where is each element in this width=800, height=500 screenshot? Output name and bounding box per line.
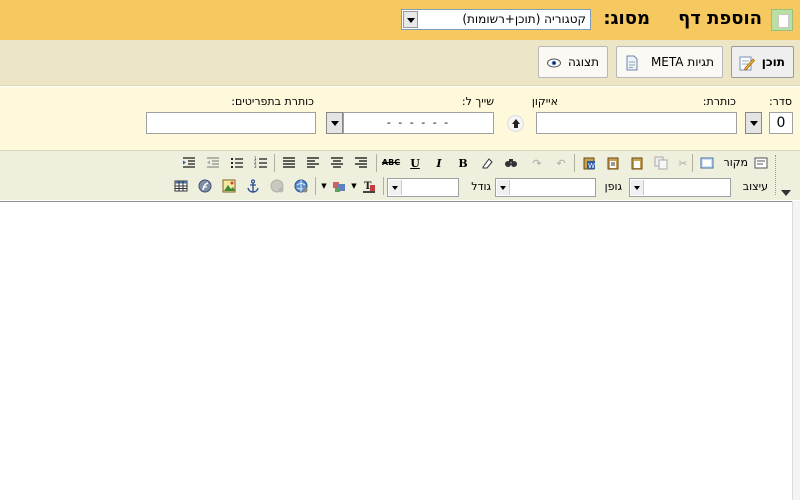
link-icon[interactable] — [292, 177, 310, 195]
menu-title-input[interactable] — [146, 112, 316, 134]
order-label: סדר: — [768, 95, 792, 108]
icon-label: אייקון — [531, 95, 558, 108]
parent-label: שייך ל: — [461, 95, 494, 108]
page-type-select-value: קטגוריה (תוכן+רשומות) — [462, 12, 586, 26]
font-label: גופן — [604, 180, 622, 193]
numbered-list-icon[interactable]: 123 — [252, 154, 270, 172]
page-type-select[interactable]: קטגוריה (תוכן+רשומות) — [401, 9, 591, 30]
upload-icon[interactable] — [507, 115, 524, 132]
indent-icon[interactable] — [180, 154, 198, 172]
underline-icon[interactable]: U — [406, 154, 424, 172]
page-add-icon — [771, 9, 793, 31]
align-justify-icon[interactable] — [280, 154, 298, 172]
tab-preview[interactable]: תצוגה — [538, 46, 608, 78]
toolbar-separator — [315, 177, 316, 195]
chevron-down-icon[interactable] — [389, 180, 402, 195]
title-label: כותרת: — [702, 95, 736, 108]
toolbar-separator — [574, 154, 575, 172]
tab-preview-label: תצוגה — [567, 55, 599, 69]
source-icon[interactable] — [752, 154, 770, 172]
toolbar-separator — [376, 154, 377, 172]
pages-title-label: כותרת בתפריטים: — [231, 95, 314, 108]
tab-content-label: תוכן — [761, 55, 785, 69]
font-combo[interactable] — [495, 178, 596, 197]
tab-content[interactable]: תוכן — [731, 46, 794, 78]
tab-meta-tags[interactable]: תגיות META — [616, 46, 723, 78]
cut-icon[interactable]: ✂ — [674, 154, 692, 172]
strikethrough-icon[interactable]: ABC — [382, 154, 400, 172]
anchor-icon[interactable] — [244, 177, 262, 195]
toolbar-separator — [274, 154, 275, 172]
remove-format-icon[interactable] — [478, 154, 496, 172]
order-input[interactable]: 0 — [769, 112, 793, 134]
find-icon[interactable] — [502, 154, 520, 172]
text-color-icon[interactable]: T — [360, 177, 378, 195]
size-combo[interactable] — [387, 178, 459, 197]
toolbar-collapse-icon[interactable] — [781, 190, 791, 196]
copy-icon[interactable] — [652, 154, 670, 172]
bulleted-list-icon[interactable] — [228, 154, 246, 172]
parent-dropdown-button[interactable] — [326, 112, 343, 134]
chevron-down-icon[interactable] — [497, 180, 510, 195]
unlink-icon[interactable] — [268, 177, 286, 195]
paste-icon[interactable] — [628, 154, 646, 172]
chevron-down-icon[interactable] — [631, 180, 644, 195]
size-label: גודל — [471, 180, 491, 193]
type-label: מסוג: — [603, 8, 650, 29]
svg-text:3: 3 — [254, 164, 257, 169]
editor-content-area[interactable] — [0, 201, 800, 500]
image-icon[interactable] — [220, 177, 238, 195]
order-dropdown-button[interactable] — [745, 112, 762, 134]
edit-icon — [739, 55, 755, 71]
format-label: עיצוב — [742, 180, 768, 193]
source-button-label[interactable]: מקור — [724, 156, 748, 169]
toolbar-separator — [383, 177, 384, 195]
flash-icon[interactable] — [196, 177, 214, 195]
svg-text:W: W — [588, 162, 595, 170]
document-icon — [624, 55, 640, 71]
align-center-icon[interactable] — [328, 154, 346, 172]
align-right-icon[interactable] — [352, 154, 370, 172]
chevron-down-icon[interactable]: ▼ — [350, 177, 358, 195]
table-icon[interactable] — [172, 177, 190, 195]
format-combo[interactable] — [629, 178, 731, 197]
bold-icon[interactable]: B — [454, 154, 472, 172]
preview-icon[interactable] — [698, 154, 716, 172]
title-input[interactable] — [536, 112, 737, 134]
undo-icon[interactable]: ↶ — [552, 154, 570, 172]
outdent-icon[interactable] — [204, 154, 222, 172]
tab-meta-tags-label: תגיות META — [650, 55, 714, 69]
toolbar-grip[interactable] — [775, 155, 777, 195]
eye-icon — [546, 55, 562, 71]
chevron-down-icon[interactable] — [403, 11, 418, 28]
paste-word-icon[interactable]: W — [580, 154, 598, 172]
editor-scrollbar[interactable] — [792, 201, 800, 500]
redo-icon[interactable]: ↷ — [528, 154, 546, 172]
background-color-icon[interactable] — [330, 177, 348, 195]
parent-select[interactable]: - - - - - - — [343, 112, 494, 134]
toolbar-separator — [692, 154, 693, 172]
page-title: הוספת דף — [678, 8, 762, 29]
paste-text-icon[interactable] — [604, 154, 622, 172]
chevron-down-icon[interactable]: ▼ — [320, 177, 328, 195]
align-left-icon[interactable] — [304, 154, 322, 172]
italic-icon[interactable]: I — [430, 154, 448, 172]
